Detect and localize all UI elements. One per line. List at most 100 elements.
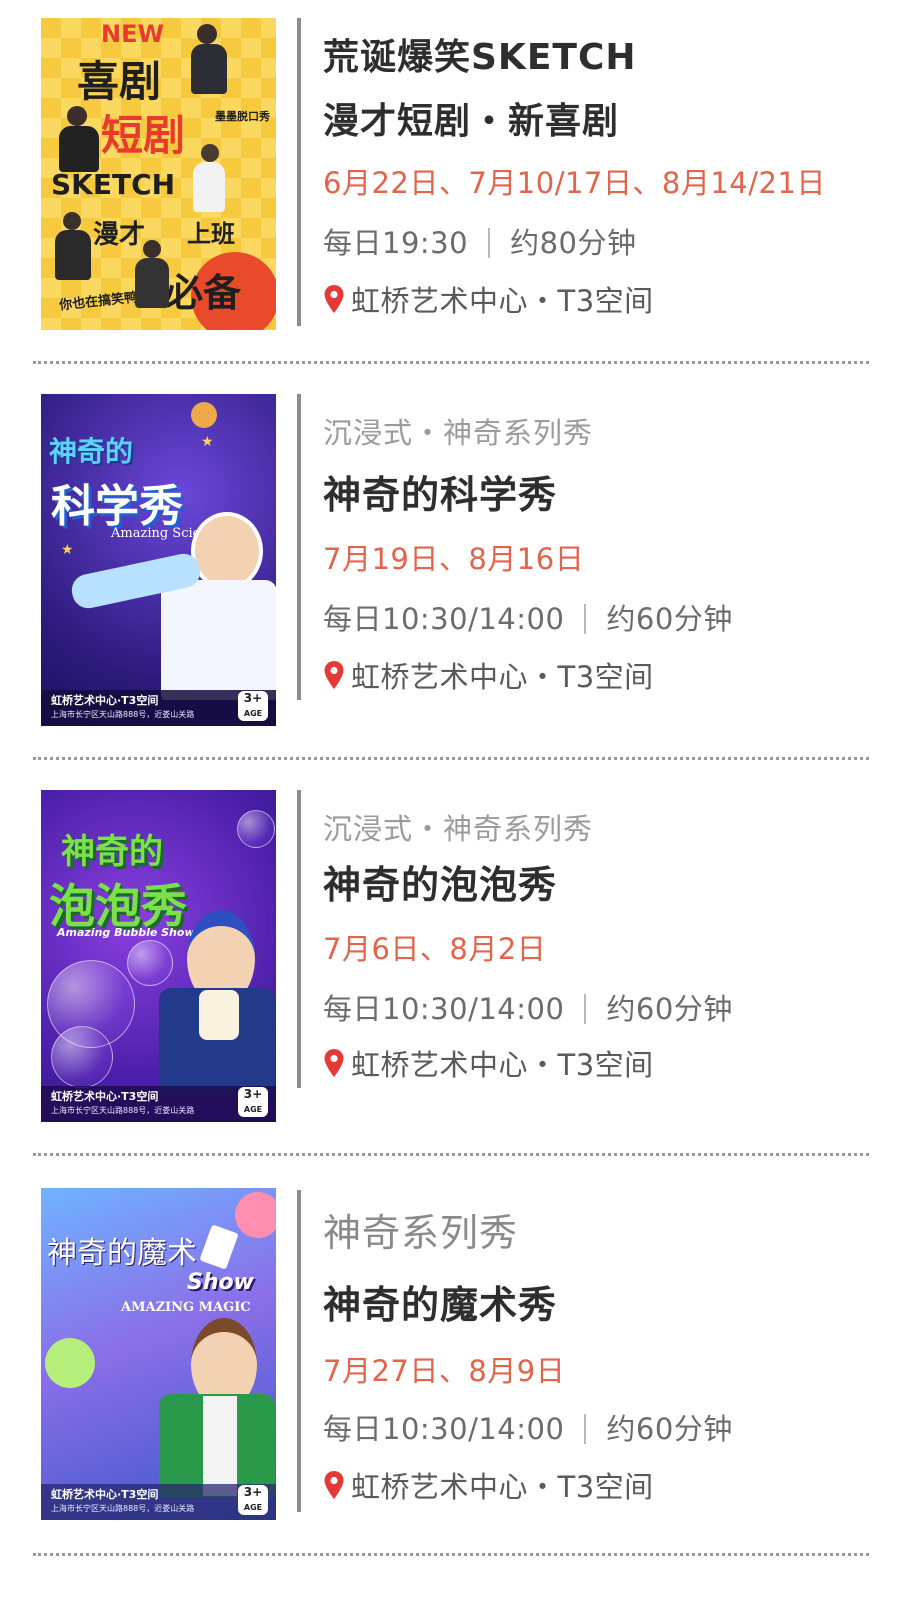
show-card-bubble[interactable]: 神奇的 泡泡秀 Amazing Bubble Show 虹桥艺术中心·T3空间 … xyxy=(0,772,919,1152)
location-pin-icon xyxy=(324,285,344,313)
show-duration: 约60分钟 xyxy=(606,1412,733,1446)
show-time: 每日10:30/14:00 xyxy=(323,992,565,1026)
venue-label: 虹桥艺术中心・T3空间 xyxy=(351,284,654,318)
age-value: 3+ xyxy=(243,691,263,705)
show-venue[interactable]: 虹桥艺术中心・T3空间 xyxy=(323,654,654,696)
show-poster-science[interactable]: ★ ★ ✦ 神奇的 科学秀 Amazing Science 虹桥艺术中心·T3空… xyxy=(41,394,276,726)
venue-label: 虹桥艺术中心・T3空间 xyxy=(351,660,654,694)
show-schedule: 每日10:30/14:00 约60分钟 xyxy=(323,1406,733,1448)
age-sub: AGE xyxy=(243,1105,263,1114)
show-venue[interactable]: 虹桥艺术中心・T3空间 xyxy=(323,278,654,320)
schedule-separator xyxy=(584,604,587,634)
dotted-divider xyxy=(33,757,869,760)
poster-brand: 墨墨脱口秀 xyxy=(215,110,270,123)
poster-bubble xyxy=(51,1026,113,1088)
poster-title-b: 科学秀 xyxy=(51,481,183,532)
poster-bottom-text: 你也在搞笑鸭? xyxy=(58,289,146,314)
show-title: 神奇的泡泡秀 xyxy=(323,863,558,907)
poster-bubble xyxy=(237,810,275,848)
venue-label: 虹桥艺术中心・T3空间 xyxy=(351,1470,654,1504)
age-value: 3+ xyxy=(243,1485,263,1499)
show-venue[interactable]: 虹桥艺术中心・T3空间 xyxy=(323,1464,654,1506)
performer-photo xyxy=(67,106,87,126)
performer-photo xyxy=(197,24,217,44)
poster-title-a: 神奇的 xyxy=(61,832,163,872)
show-info: 沉浸式・神奇系列秀 神奇的科学秀 7月19日、8月16日 每日10:30/14:… xyxy=(323,376,903,756)
poster-venue: 虹桥艺术中心·T3空间 xyxy=(51,1488,159,1501)
show-duration: 约60分钟 xyxy=(606,992,733,1026)
show-title: 荒诞爆笑SKETCH xyxy=(323,37,637,78)
venue-label: 虹桥艺术中心・T3空间 xyxy=(351,1048,654,1082)
card-divider-bar xyxy=(297,394,301,700)
card-divider-bar xyxy=(297,18,301,326)
show-schedule: 每日19:30 约80分钟 xyxy=(323,220,636,262)
show-info: 荒诞爆笑SKETCH 漫才短剧・新喜剧 6月22日、7月10/17日、8月14/… xyxy=(323,0,903,350)
poster-line-f: 必备 xyxy=(165,271,242,315)
show-card-science[interactable]: ★ ★ ✦ 神奇的 科学秀 Amazing Science 虹桥艺术中心·T3空… xyxy=(0,376,919,756)
scientist-character xyxy=(161,580,276,700)
poster-subtitle: AMAZING MAGIC xyxy=(121,1300,251,1315)
poster-subtitle: Amazing Bubble Show xyxy=(57,926,195,939)
age-value: 3+ xyxy=(243,1087,263,1101)
poster-bubble xyxy=(127,940,173,986)
poster-title-b: Show xyxy=(187,1270,254,1295)
show-schedule: 每日10:30/14:00 约60分钟 xyxy=(323,596,733,638)
performer-photo xyxy=(193,162,225,212)
show-tagline: 神奇系列秀 xyxy=(323,1211,519,1255)
poster-line-c: SKETCH xyxy=(51,168,176,201)
poster-venue: 虹桥艺术中心·T3空间 xyxy=(51,694,159,707)
show-title: 神奇的科学秀 xyxy=(323,473,558,517)
performer-photo xyxy=(63,212,81,230)
show-card-sketch[interactable]: NEW 喜剧 短剧 SKETCH 漫才 上班 必备 你也在搞笑鸭? 墨墨脱口秀 … xyxy=(0,0,919,350)
poster-line-d: 漫才 xyxy=(93,220,146,250)
poster-line-b: 短剧 xyxy=(101,111,186,160)
show-info: 神奇系列秀 神奇的魔术秀 7月27日、8月9日 每日10:30/14:00 约60… xyxy=(323,1168,903,1578)
poster-title-a: 神奇的魔术 xyxy=(47,1236,197,1271)
poster-title-a: 神奇的 xyxy=(49,435,134,468)
show-title: 神奇的魔术秀 xyxy=(323,1283,558,1327)
dotted-divider xyxy=(33,1553,869,1556)
show-dates: 6月22日、7月10/17日、8月14/21日 xyxy=(323,166,826,200)
scientist-character xyxy=(191,512,263,590)
performer-photo xyxy=(201,144,219,162)
card-divider-bar xyxy=(297,790,301,1088)
performer-photo xyxy=(143,240,161,258)
show-tagline: 沉浸式・神奇系列秀 xyxy=(323,416,594,450)
schedule-separator xyxy=(584,1414,587,1444)
poster-line-a: 喜剧 xyxy=(77,57,162,106)
poster-address: 上海市长宁区天山路888号，近娄山关路 xyxy=(51,1106,195,1115)
show-poster-bubble[interactable]: 神奇的 泡泡秀 Amazing Bubble Show 虹桥艺术中心·T3空间 … xyxy=(41,790,276,1122)
poster-age-badge: 3+ AGE xyxy=(238,1087,268,1117)
poster-star: ★ xyxy=(61,542,74,558)
schedule-separator xyxy=(584,994,587,1024)
location-pin-icon xyxy=(324,1471,344,1499)
age-sub: AGE xyxy=(243,709,263,718)
playing-card xyxy=(199,1224,239,1270)
dotted-divider xyxy=(33,361,869,364)
show-venue[interactable]: 虹桥艺术中心・T3空间 xyxy=(323,1042,654,1084)
poster-new-label: NEW xyxy=(101,20,164,48)
show-info: 沉浸式・神奇系列秀 神奇的泡泡秀 7月6日、8月2日 每日10:30/14:00… xyxy=(323,772,903,1152)
show-poster-magic[interactable]: 神奇的魔术 Show AMAZING MAGIC 虹桥艺术中心·T3空间 上海市… xyxy=(41,1188,276,1520)
poster-sun xyxy=(235,1192,276,1238)
poster-orb xyxy=(45,1338,95,1388)
show-dates: 7月27日、8月9日 xyxy=(323,1354,566,1388)
boy-ruffle xyxy=(199,990,239,1040)
show-duration: 约80分钟 xyxy=(510,226,637,260)
poster-age-badge: 3+ AGE xyxy=(238,691,268,721)
location-pin-icon xyxy=(324,661,344,689)
show-card-magic[interactable]: 神奇的魔术 Show AMAZING MAGIC 虹桥艺术中心·T3空间 上海市… xyxy=(0,1168,919,1578)
poster-line-e: 上班 xyxy=(187,220,235,248)
show-time: 每日10:30/14:00 xyxy=(323,602,565,636)
show-time: 每日19:30 xyxy=(323,226,469,260)
poster-star: ★ xyxy=(201,434,214,450)
magician-shirt xyxy=(203,1396,237,1496)
show-duration: 约60分钟 xyxy=(606,602,733,636)
performer-photo xyxy=(55,230,91,280)
performer-photo xyxy=(135,258,169,308)
poster-address: 上海市长宁区天山路888号，近娄山关路 xyxy=(51,710,195,719)
show-time: 每日10:30/14:00 xyxy=(323,1412,565,1446)
show-poster-sketch[interactable]: NEW 喜剧 短剧 SKETCH 漫才 上班 必备 你也在搞笑鸭? 墨墨脱口秀 xyxy=(41,18,276,330)
location-pin-icon xyxy=(324,1049,344,1077)
show-dates: 7月6日、8月2日 xyxy=(323,932,547,966)
